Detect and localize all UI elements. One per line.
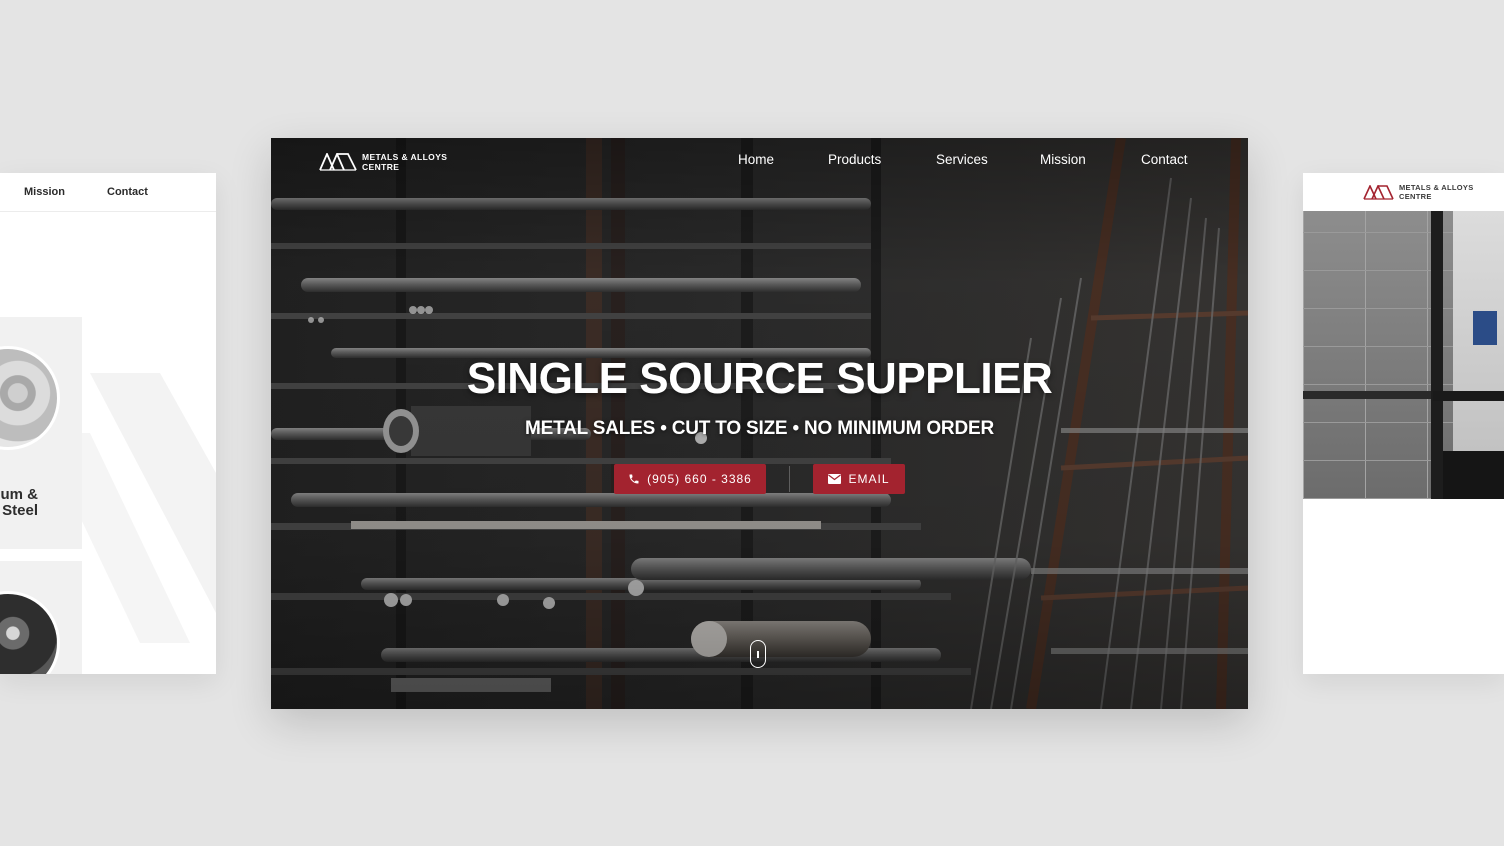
photo-detail bbox=[1433, 391, 1504, 401]
nav-link-mission[interactable]: Mission bbox=[1040, 152, 1086, 167]
photo-detail bbox=[1473, 311, 1497, 345]
main-navigation: Home Products Services Mission Contact bbox=[271, 152, 1248, 172]
nav-link-contact[interactable]: Contact bbox=[1141, 152, 1188, 167]
right-preview-card: METALS & ALLOYS CENTRE bbox=[1303, 173, 1504, 674]
nav-link-products[interactable]: Products bbox=[828, 152, 881, 167]
call-button[interactable]: (905) 660 - 3386 bbox=[614, 464, 766, 494]
right-card-logo[interactable]: METALS & ALLOYS CENTRE bbox=[1363, 183, 1474, 201]
nav-link-home[interactable]: Home bbox=[738, 152, 774, 167]
nav-link-services[interactable]: Services bbox=[936, 152, 988, 167]
logo-mark-icon bbox=[1363, 185, 1394, 200]
product-tile-label: um & Steel bbox=[1, 487, 39, 519]
scroll-wheel bbox=[757, 651, 759, 658]
right-card-header: METALS & ALLOYS CENTRE bbox=[1303, 173, 1504, 211]
call-button-label: (905) 660 - 3386 bbox=[647, 472, 752, 486]
left-card-nav: Mission Contact bbox=[0, 173, 216, 212]
button-divider bbox=[789, 466, 790, 492]
envelope-icon bbox=[828, 474, 842, 484]
hero-subheadline: METAL SALES • CUT TO SIZE • NO MINIMUM O… bbox=[525, 418, 994, 439]
logo-line-2: CENTRE bbox=[1399, 191, 1432, 201]
nav-link-contact[interactable]: Contact bbox=[107, 186, 148, 198]
product-tile-label-line1: um & bbox=[0, 486, 39, 503]
left-preview-card: Mission Contact um & Steel bbox=[0, 173, 216, 674]
scroll-mouse-icon[interactable] bbox=[750, 640, 766, 668]
email-button-label: EMAIL bbox=[848, 472, 890, 486]
hero-headline: SINGLE SOURCE SUPPLIER bbox=[466, 354, 1053, 403]
hero-section: METALS & ALLOYS CENTRE Home Products Ser… bbox=[271, 138, 1248, 709]
warehouse-photo bbox=[1303, 211, 1504, 499]
product-tile-label-line2: Steel bbox=[2, 502, 38, 519]
email-button[interactable]: EMAIL bbox=[813, 464, 905, 494]
nav-link-mission[interactable]: Mission bbox=[24, 186, 65, 198]
phone-icon bbox=[629, 474, 639, 484]
right-card-logo-text: METALS & ALLOYS CENTRE bbox=[1399, 183, 1474, 201]
photo-detail bbox=[1443, 451, 1504, 499]
